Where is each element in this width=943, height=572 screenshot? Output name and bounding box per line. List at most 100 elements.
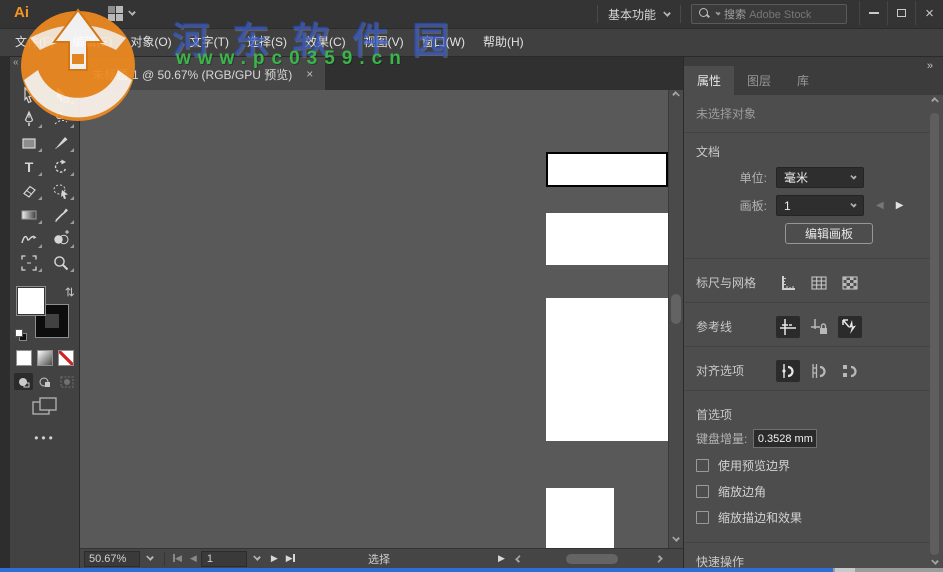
- panel-scroll-down-icon[interactable]: [931, 557, 939, 565]
- menu-help[interactable]: 帮助(H): [474, 29, 533, 56]
- scale-corners-option[interactable]: 缩放边角: [696, 483, 920, 500]
- close-button[interactable]: ×: [915, 1, 943, 25]
- scroll-right-icon[interactable]: [655, 555, 663, 563]
- workspace-menu[interactable]: 基本功能: [608, 6, 671, 23]
- horizontal-scroll-thumb[interactable]: [566, 554, 618, 564]
- menu-view[interactable]: 视图(V): [355, 29, 413, 56]
- first-artboard-button[interactable]: ◀: [169, 553, 186, 564]
- menu-window[interactable]: 窗口(W): [413, 29, 474, 56]
- tools-drag-handle[interactable]: [33, 71, 57, 73]
- previous-artboard-arrow[interactable]: ◀: [876, 200, 884, 211]
- snap-to-pixel-icon[interactable]: [838, 360, 862, 382]
- checkbox-icon[interactable]: [696, 511, 709, 524]
- shaper-tool[interactable]: [13, 227, 45, 251]
- unit-select[interactable]: 毫米: [776, 167, 864, 188]
- minimize-button[interactable]: [859, 1, 887, 25]
- preferences-title: 首选项: [696, 408, 733, 422]
- none-button[interactable]: [58, 350, 74, 366]
- zoom-dropdown-button[interactable]: [140, 551, 160, 567]
- zoom-level-value: 50.67%: [89, 552, 127, 565]
- search-input[interactable]: 搜索 Adobe Stock: [691, 4, 847, 24]
- tab-layers[interactable]: 图层: [734, 66, 784, 95]
- rotate-tool[interactable]: [45, 155, 77, 179]
- show-guides-icon[interactable]: [776, 316, 800, 338]
- collapse-panel-icon[interactable]: »: [927, 60, 933, 72]
- tab-properties[interactable]: 属性: [684, 66, 735, 95]
- shape-builder-tool[interactable]: [45, 227, 77, 251]
- preview-bounds-option[interactable]: 使用预览边界: [696, 457, 920, 474]
- next-artboard-button[interactable]: ▶: [267, 553, 282, 564]
- snap-to-grid-icon[interactable]: [807, 360, 831, 382]
- curvature-tool[interactable]: [45, 107, 77, 131]
- lock-guides-icon[interactable]: [807, 316, 831, 338]
- zoom-level-field[interactable]: 50.67%: [84, 550, 140, 567]
- show-rulers-icon[interactable]: [776, 272, 800, 294]
- checkbox-icon[interactable]: [696, 485, 709, 498]
- vertical-scroll-thumb[interactable]: [671, 294, 681, 324]
- menu-type[interactable]: 文字(T): [181, 29, 238, 56]
- menu-file[interactable]: 文件(F): [6, 29, 63, 56]
- menu-object[interactable]: 对象(O): [121, 29, 180, 56]
- default-fill-stroke-icon[interactable]: [15, 329, 27, 341]
- pen-tool[interactable]: [13, 107, 45, 131]
- watermark-frame: [0, 568, 833, 572]
- artboard-tool[interactable]: [13, 251, 45, 275]
- zoom-tool[interactable]: [45, 251, 77, 275]
- eraser-tool[interactable]: [13, 179, 45, 203]
- panel-scroll-thumb[interactable]: [930, 113, 939, 555]
- snap-to-point-icon[interactable]: [776, 360, 800, 382]
- panel-scroll-up-icon[interactable]: [931, 97, 939, 105]
- paintbrush-tool[interactable]: [45, 131, 77, 155]
- transparency-grid-icon[interactable]: [838, 272, 862, 294]
- previous-artboard-button[interactable]: ◀: [186, 553, 201, 564]
- menu-edit[interactable]: 编辑(E): [63, 29, 121, 56]
- ruler-grid-section: 标尺与网格: [684, 264, 932, 303]
- edit-artboard-button[interactable]: 编辑画板: [785, 223, 873, 244]
- smart-guides-icon[interactable]: [838, 316, 862, 338]
- maximize-button[interactable]: [887, 1, 915, 25]
- scroll-up-icon[interactable]: [672, 91, 680, 99]
- edit-toolbar-icon[interactable]: •••: [10, 431, 80, 445]
- document-tab[interactable]: 未标题-1 @ 50.67% (RGB/GPU 预览) ×: [80, 57, 326, 91]
- eyedropper-tool[interactable]: [45, 203, 77, 227]
- menu-select[interactable]: 选择(S): [238, 29, 296, 56]
- type-tool[interactable]: T: [13, 155, 45, 179]
- status-text[interactable]: 选择: [368, 551, 390, 567]
- scroll-down-icon[interactable]: [672, 534, 680, 542]
- tab-close-icon[interactable]: ×: [306, 67, 313, 81]
- status-menu-arrow-icon[interactable]: ▶: [498, 553, 505, 564]
- gradient-button[interactable]: [37, 350, 53, 366]
- workspace-switcher-button[interactable]: [108, 6, 136, 21]
- fill-swatch[interactable]: [16, 286, 46, 316]
- checkbox-icon[interactable]: [696, 459, 709, 472]
- screen-mode-icon[interactable]: [10, 397, 80, 417]
- selection-tool[interactable]: [13, 83, 45, 107]
- no-selection-label: 未选择对象: [696, 107, 757, 121]
- draw-inside-mode-icon[interactable]: [58, 373, 77, 390]
- draw-behind-mode-icon[interactable]: [36, 373, 55, 390]
- color-button[interactable]: [16, 350, 32, 366]
- scale-strokes-effects-label: 缩放描边和效果: [718, 511, 803, 525]
- direct-selection-tool[interactable]: [45, 83, 77, 107]
- vertical-scrollbar[interactable]: [668, 90, 683, 548]
- artboard-dropdown-button[interactable]: [247, 551, 267, 567]
- horizontal-scrollbar[interactable]: [512, 552, 666, 566]
- collapse-tools-icon[interactable]: «: [13, 57, 19, 68]
- scale-strokes-effects-option[interactable]: 缩放描边和效果: [696, 509, 920, 526]
- canvas[interactable]: [80, 90, 683, 548]
- scroll-left-icon[interactable]: [515, 555, 523, 563]
- draw-normal-mode-icon[interactable]: [13, 373, 33, 390]
- lasso-tool[interactable]: [45, 179, 77, 203]
- tab-libraries[interactable]: 库: [784, 66, 822, 95]
- artboard-number-field[interactable]: 1: [200, 550, 247, 567]
- gradient-tool[interactable]: [13, 203, 45, 227]
- next-artboard-arrow[interactable]: ▶: [896, 200, 904, 211]
- show-grid-icon[interactable]: [807, 272, 831, 294]
- menu-effect[interactable]: 效果(C): [296, 29, 355, 56]
- rectangle-tool[interactable]: [13, 131, 45, 155]
- swap-fill-stroke-icon[interactable]: ⇄: [63, 287, 77, 297]
- last-artboard-button[interactable]: ▶: [282, 553, 299, 564]
- panel-scrollbar[interactable]: [929, 95, 941, 572]
- artboard-select[interactable]: 1: [776, 195, 864, 216]
- keyboard-increment-field[interactable]: 0.3528 mm: [753, 429, 818, 448]
